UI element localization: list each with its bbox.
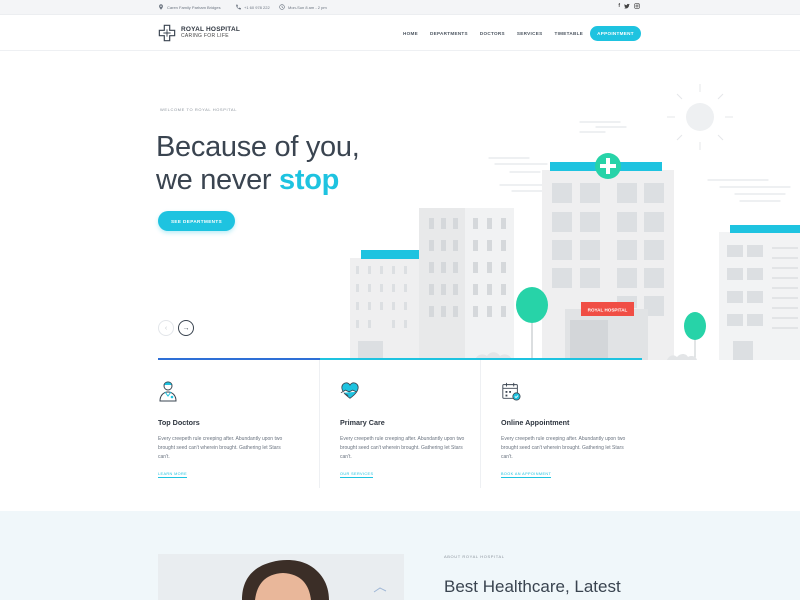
feature-title: Primary Care: [340, 418, 385, 427]
nav-timetable[interactable]: TIMETABLE: [554, 31, 583, 36]
doctor-photo: [158, 554, 404, 600]
hero-section: WELCOME TO ROYAL HOSPITAL Because of you…: [0, 51, 800, 361]
hours-info: Mon-Sun 8 am - 2 pm: [279, 4, 327, 10]
hospital-cross-logo-icon: [158, 24, 176, 42]
middle-building: [419, 208, 514, 360]
headline-line-1: Because of you,: [156, 131, 360, 163]
address-info: Caren Family Parham Bridges: [158, 4, 221, 10]
facebook-icon[interactable]: f: [618, 3, 620, 9]
site-header: ROYAL HOSPITAL CARING FOR LIFE HOME DEPA…: [0, 15, 800, 51]
logo-tagline: CARING FOR LIFE: [181, 33, 229, 39]
headline-line-2-plain: we never: [156, 164, 280, 196]
social-links: f: [618, 3, 640, 9]
sun-icon: [667, 84, 733, 150]
headline-line-2: we never stop: [156, 164, 359, 197]
calendar-check-icon: [502, 382, 521, 401]
clock-icon: [279, 4, 285, 10]
hero-welcome-text: WELCOME TO ROYAL HOSPITAL: [160, 107, 238, 112]
twitter-icon[interactable]: [624, 3, 630, 9]
feature-description: Every creepeth rule creeping after. Abun…: [340, 436, 465, 460]
hospital-sign-text: ROYAL HOSPITAL: [588, 308, 628, 313]
feature-description: Every creepeth rule creeping after. Abun…: [158, 436, 283, 460]
left-building: [350, 250, 419, 360]
heart-hands-icon: [340, 382, 359, 399]
phone-icon: [236, 4, 241, 10]
our-services-link[interactable]: OUR SERVICES: [340, 472, 374, 478]
location-pin-icon: [159, 4, 163, 10]
slider-prev-button[interactable]: ‹: [158, 320, 174, 336]
feature-primary-care: Primary Care Every creepeth rule creepin…: [319, 360, 480, 488]
hospital-illustration: ROYAL HOSPITAL: [350, 84, 800, 360]
logo-name: ROYAL HOSPITAL: [181, 26, 241, 33]
top-info-bar: Caren Family Parham Bridges +1 60 978 22…: [0, 0, 800, 15]
instagram-icon[interactable]: [634, 3, 640, 9]
doctor-icon: [159, 381, 177, 402]
right-building: [719, 225, 800, 360]
hours-text: Mon-Sun 8 am - 2 pm: [288, 4, 327, 10]
learn-more-link[interactable]: LEARN MORE: [158, 472, 188, 478]
features-row: Top Doctors Every creepeth rule creeping…: [158, 360, 642, 488]
about-label: ABOUT ROYAL HOSPITAL: [444, 554, 505, 559]
feature-top-doctors: Top Doctors Every creepeth rule creeping…: [158, 360, 319, 488]
main-nav: HOME DEPARTMENTS DOCTORS SERVICES TIMETA…: [403, 31, 583, 36]
phone-info: +1 60 978 222: [235, 4, 270, 10]
slider-next-button[interactable]: →: [178, 320, 194, 336]
phone-text: +1 60 978 222: [244, 4, 270, 10]
address-text: Caren Family Parham Bridges: [167, 4, 221, 10]
about-heading: Best Healthcare, Latest: [444, 577, 621, 596]
feature-title: Online Appointment: [501, 418, 570, 427]
feature-online-appointment: Online Appointment Every creepeth rule c…: [480, 360, 641, 488]
site-logo[interactable]: ROYAL HOSPITAL CARING FOR LIFE: [158, 24, 240, 42]
appointment-button[interactable]: APPOINTMENT: [590, 26, 641, 41]
headline-accent-word: stop: [279, 164, 340, 196]
see-departments-button[interactable]: SEE DEPARTMENTS: [158, 211, 235, 231]
feature-title: Top Doctors: [158, 418, 200, 427]
doctor-portrait-image: [158, 554, 404, 600]
nav-doctors[interactable]: DOCTORS: [480, 31, 505, 36]
book-appointment-link[interactable]: BOOK AN APPOINMENT: [501, 472, 552, 478]
hero-headline: Because of you, we never stop: [156, 131, 360, 197]
nav-departments[interactable]: DEPARTMENTS: [430, 31, 468, 36]
nav-services[interactable]: SERVICES: [517, 31, 543, 36]
feature-description: Every creepeth rule creeping after. Abun…: [501, 436, 626, 460]
main-hospital-building: ROYAL HOSPITAL: [542, 153, 674, 360]
nav-home[interactable]: HOME: [403, 31, 418, 36]
about-section: ABOUT ROYAL HOSPITAL Best Healthcare, La…: [0, 511, 800, 600]
